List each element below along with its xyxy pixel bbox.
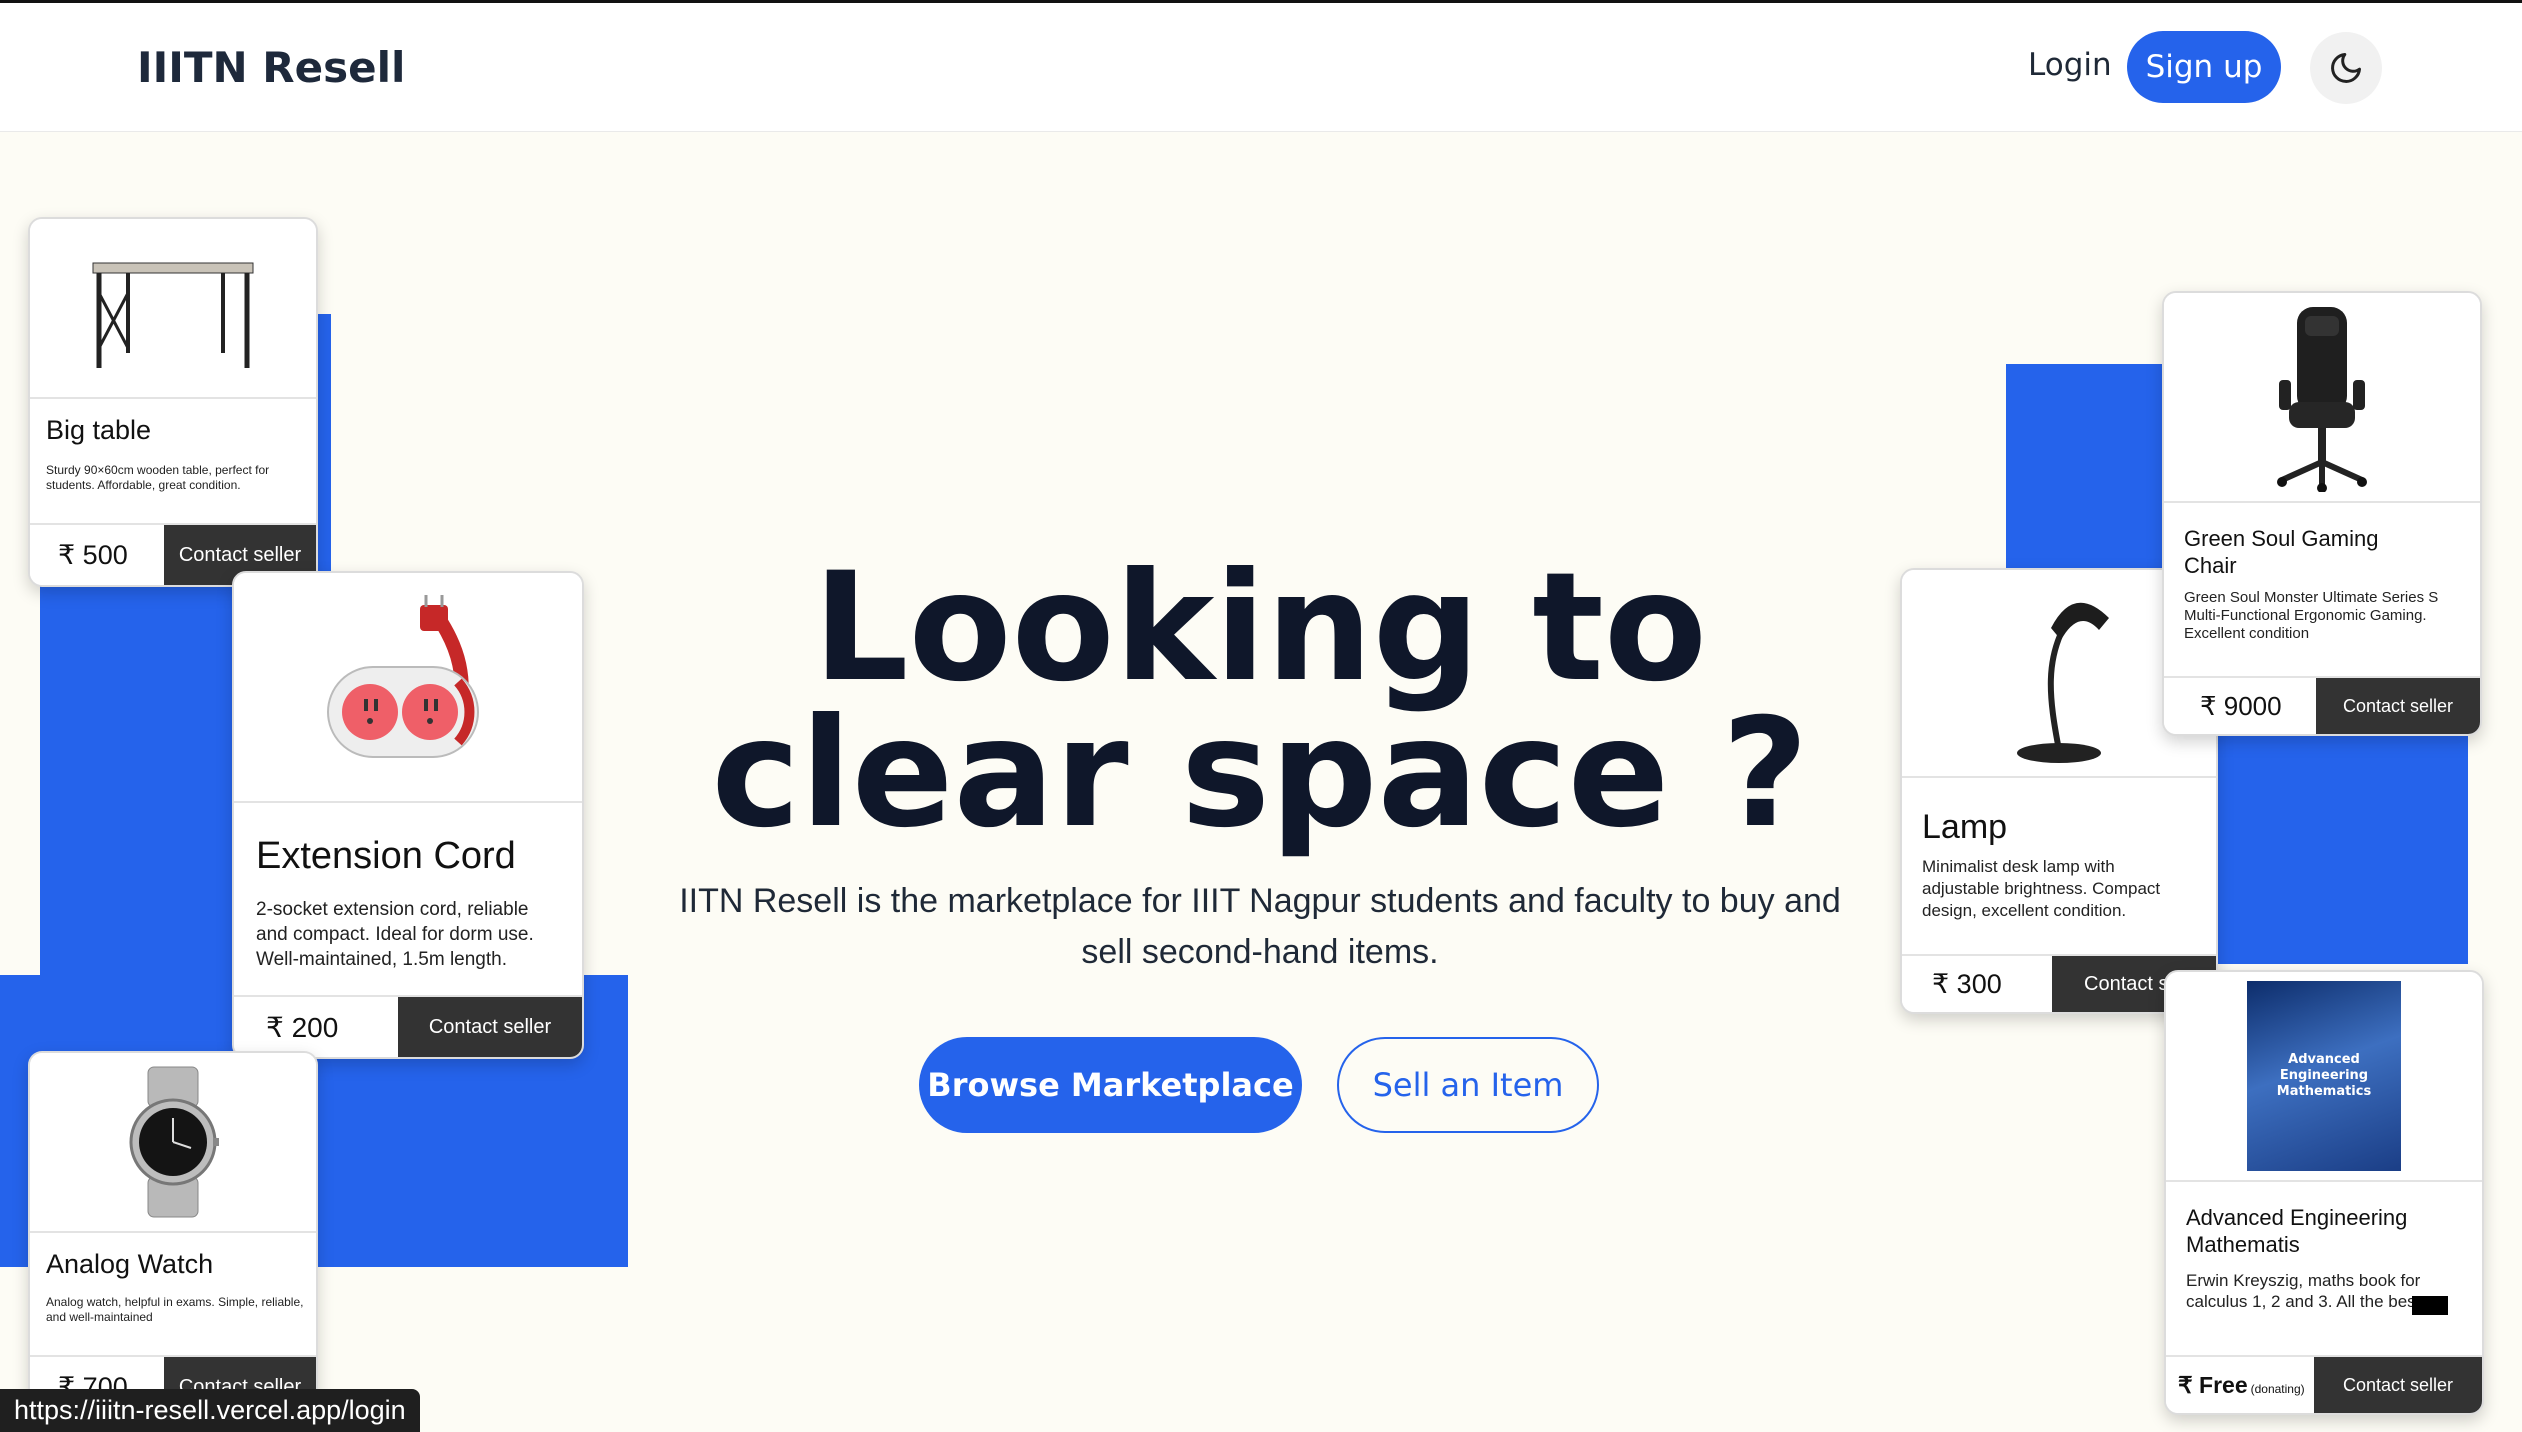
- product-price: ₹ Free (donating): [2166, 1357, 2314, 1413]
- product-image: [234, 573, 582, 803]
- product-card-analog-watch[interactable]: Analog Watch Analog watch, helpful in ex…: [28, 1051, 318, 1432]
- product-description: Green Soul Monster Ultimate Series S Mul…: [2184, 589, 2439, 642]
- contact-seller-button[interactable]: Contact seller: [2316, 678, 2480, 734]
- product-price: ₹ 9000: [2164, 678, 2316, 734]
- product-image: [2164, 293, 2480, 503]
- product-title: Green Soul Gaming Chair: [2184, 526, 2379, 578]
- redacted-box: [2412, 1296, 2448, 1315]
- link-status-bar: https://iiitn-resell.vercel.app/login: [0, 1389, 420, 1432]
- hero-subtitle: IITN Resell is the marketplace for IIIT …: [679, 882, 1841, 971]
- product-title: Extension Cord: [256, 835, 516, 877]
- product-card-big-table[interactable]: Big table Sturdy 90×60cm wooden table, p…: [28, 217, 318, 587]
- price-note: (donating): [2250, 1382, 2305, 1396]
- product-image: Advanced Engineering Mathematics: [2166, 972, 2482, 1182]
- navbar: IIITN Resell Login Sign up: [0, 3, 2522, 132]
- brand-logo[interactable]: IIITN Resell: [137, 43, 405, 92]
- product-description: Sturdy 90×60cm wooden table, perfect for…: [46, 463, 270, 492]
- product-price: ₹ 300: [1902, 956, 2052, 1012]
- product-card-extension-cord[interactable]: Extension Cord 2-socket extension cord, …: [232, 571, 584, 1059]
- product-image: [30, 1053, 316, 1233]
- product-footer: ₹ Free (donating) Contact seller: [2166, 1355, 2482, 1413]
- product-title: Advanced Engineering Mathematis: [2186, 1205, 2408, 1257]
- theme-toggle-button[interactable]: [2310, 32, 2382, 104]
- product-description: Minimalist desk lamp with adjustable bri…: [1922, 857, 2161, 920]
- product-title: Big table: [46, 415, 152, 445]
- product-title: Lamp: [1922, 808, 2008, 846]
- hero-title: Looking to clear space ?: [650, 541, 1870, 861]
- browse-marketplace-button[interactable]: Browse Marketplace: [919, 1037, 1302, 1133]
- product-description: 2-socket extension cord, reliable and co…: [256, 899, 534, 970]
- extension-cord-image: [327, 595, 479, 758]
- watch-image: [129, 1066, 219, 1218]
- login-link[interactable]: Login: [2028, 47, 2112, 83]
- product-price: ₹ 500: [30, 525, 164, 585]
- product-title: Analog Watch: [46, 1249, 214, 1279]
- moon-icon: [2331, 53, 2361, 83]
- product-card-math-book[interactable]: Advanced Engineering Mathematics Advance…: [2164, 970, 2484, 1415]
- contact-seller-button[interactable]: Contact seller: [2314, 1357, 2482, 1413]
- table-image: [92, 262, 254, 368]
- gaming-chair-image: [2277, 307, 2367, 492]
- price-value: ₹ Free: [2178, 1371, 2248, 1398]
- hero-title-line-2: clear space ?: [711, 687, 1809, 861]
- sell-item-button[interactable]: Sell an Item: [1337, 1037, 1599, 1133]
- signup-button[interactable]: Sign up: [2127, 31, 2281, 103]
- lamp-image: [2017, 602, 2109, 763]
- product-footer: ₹ 200 Contact seller: [234, 995, 582, 1057]
- product-price: ₹ 200: [234, 997, 398, 1057]
- product-image: [30, 219, 316, 399]
- hero-title-line-1: Looking to: [813, 541, 1707, 715]
- book-cover-title: Advanced Engineering Mathematics: [2276, 1052, 2372, 1099]
- contact-seller-button[interactable]: Contact seller: [398, 997, 582, 1057]
- product-description: Analog watch, helpful in exams. Simple, …: [46, 1295, 304, 1324]
- product-description: Erwin Kreyszig, maths book for calculus …: [2186, 1271, 2421, 1311]
- book-cover-image: Advanced Engineering Mathematics: [2247, 981, 2401, 1171]
- product-footer: ₹ 9000 Contact seller: [2164, 676, 2480, 734]
- product-card-gaming-chair[interactable]: Green Soul Gaming Chair Green Soul Monst…: [2162, 291, 2482, 736]
